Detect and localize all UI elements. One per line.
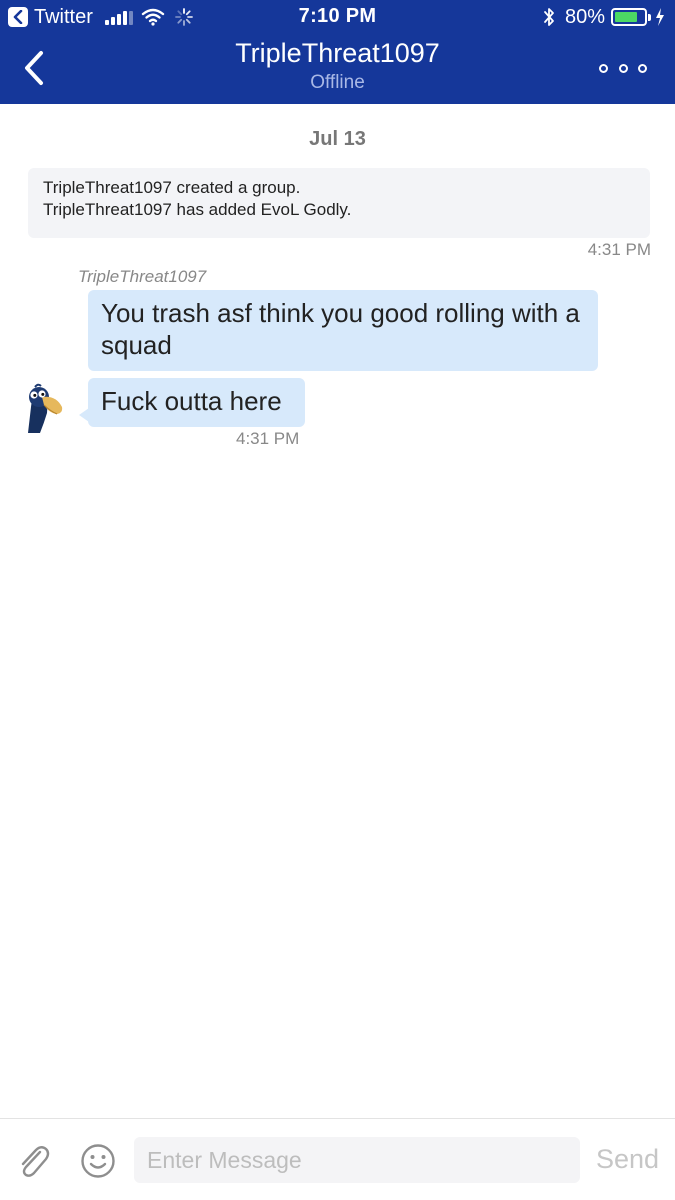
charging-icon — [656, 8, 664, 26]
message-time: 4:31 PM — [236, 429, 300, 448]
chat-status: Offline — [310, 72, 365, 93]
emoji-icon[interactable] — [78, 1141, 118, 1181]
status-bar: Twitter 7:10 PM 80% — [0, 0, 675, 34]
message-text: You trash asf think you good rolling wit… — [101, 298, 580, 360]
system-message: TripleThreat1097 created a group. — [43, 178, 301, 197]
message-bubble[interactable]: Fuck outta here — [79, 378, 305, 427]
avatar[interactable] — [22, 383, 66, 433]
message-bubble[interactable]: You trash asf think you good rolling wit… — [88, 290, 598, 371]
battery-tip — [648, 14, 651, 21]
battery-fill — [615, 12, 638, 22]
system-message-box: TripleThreat1097 created a group. Triple… — [28, 168, 650, 238]
date-separator: Jul 13 — [309, 128, 366, 150]
chat-title: TripleThreat1097 — [235, 38, 440, 68]
sender-name: TripleThreat1097 — [78, 267, 207, 286]
bluetooth-icon — [544, 8, 554, 26]
battery-percent: 80% — [564, 5, 605, 28]
paperclip-icon[interactable] — [14, 1141, 52, 1179]
battery-icon — [611, 8, 651, 26]
message-input[interactable] — [134, 1137, 580, 1183]
more-options-icon[interactable] — [599, 56, 647, 80]
send-button[interactable]: Send — [596, 1144, 659, 1175]
message-text: Fuck outta here — [101, 386, 282, 416]
message-composer: Send — [0, 1118, 675, 1200]
header: Twitter 7:10 PM 80% TripleThreat1097 Off… — [0, 0, 675, 104]
status-bar-right: 80% — [543, 5, 665, 29]
system-message: TripleThreat1097 has added EvoL Godly. — [43, 200, 352, 219]
system-message-time: 4:31 PM — [587, 240, 651, 259]
nav-bar: TripleThreat1097 Offline — [0, 34, 675, 104]
